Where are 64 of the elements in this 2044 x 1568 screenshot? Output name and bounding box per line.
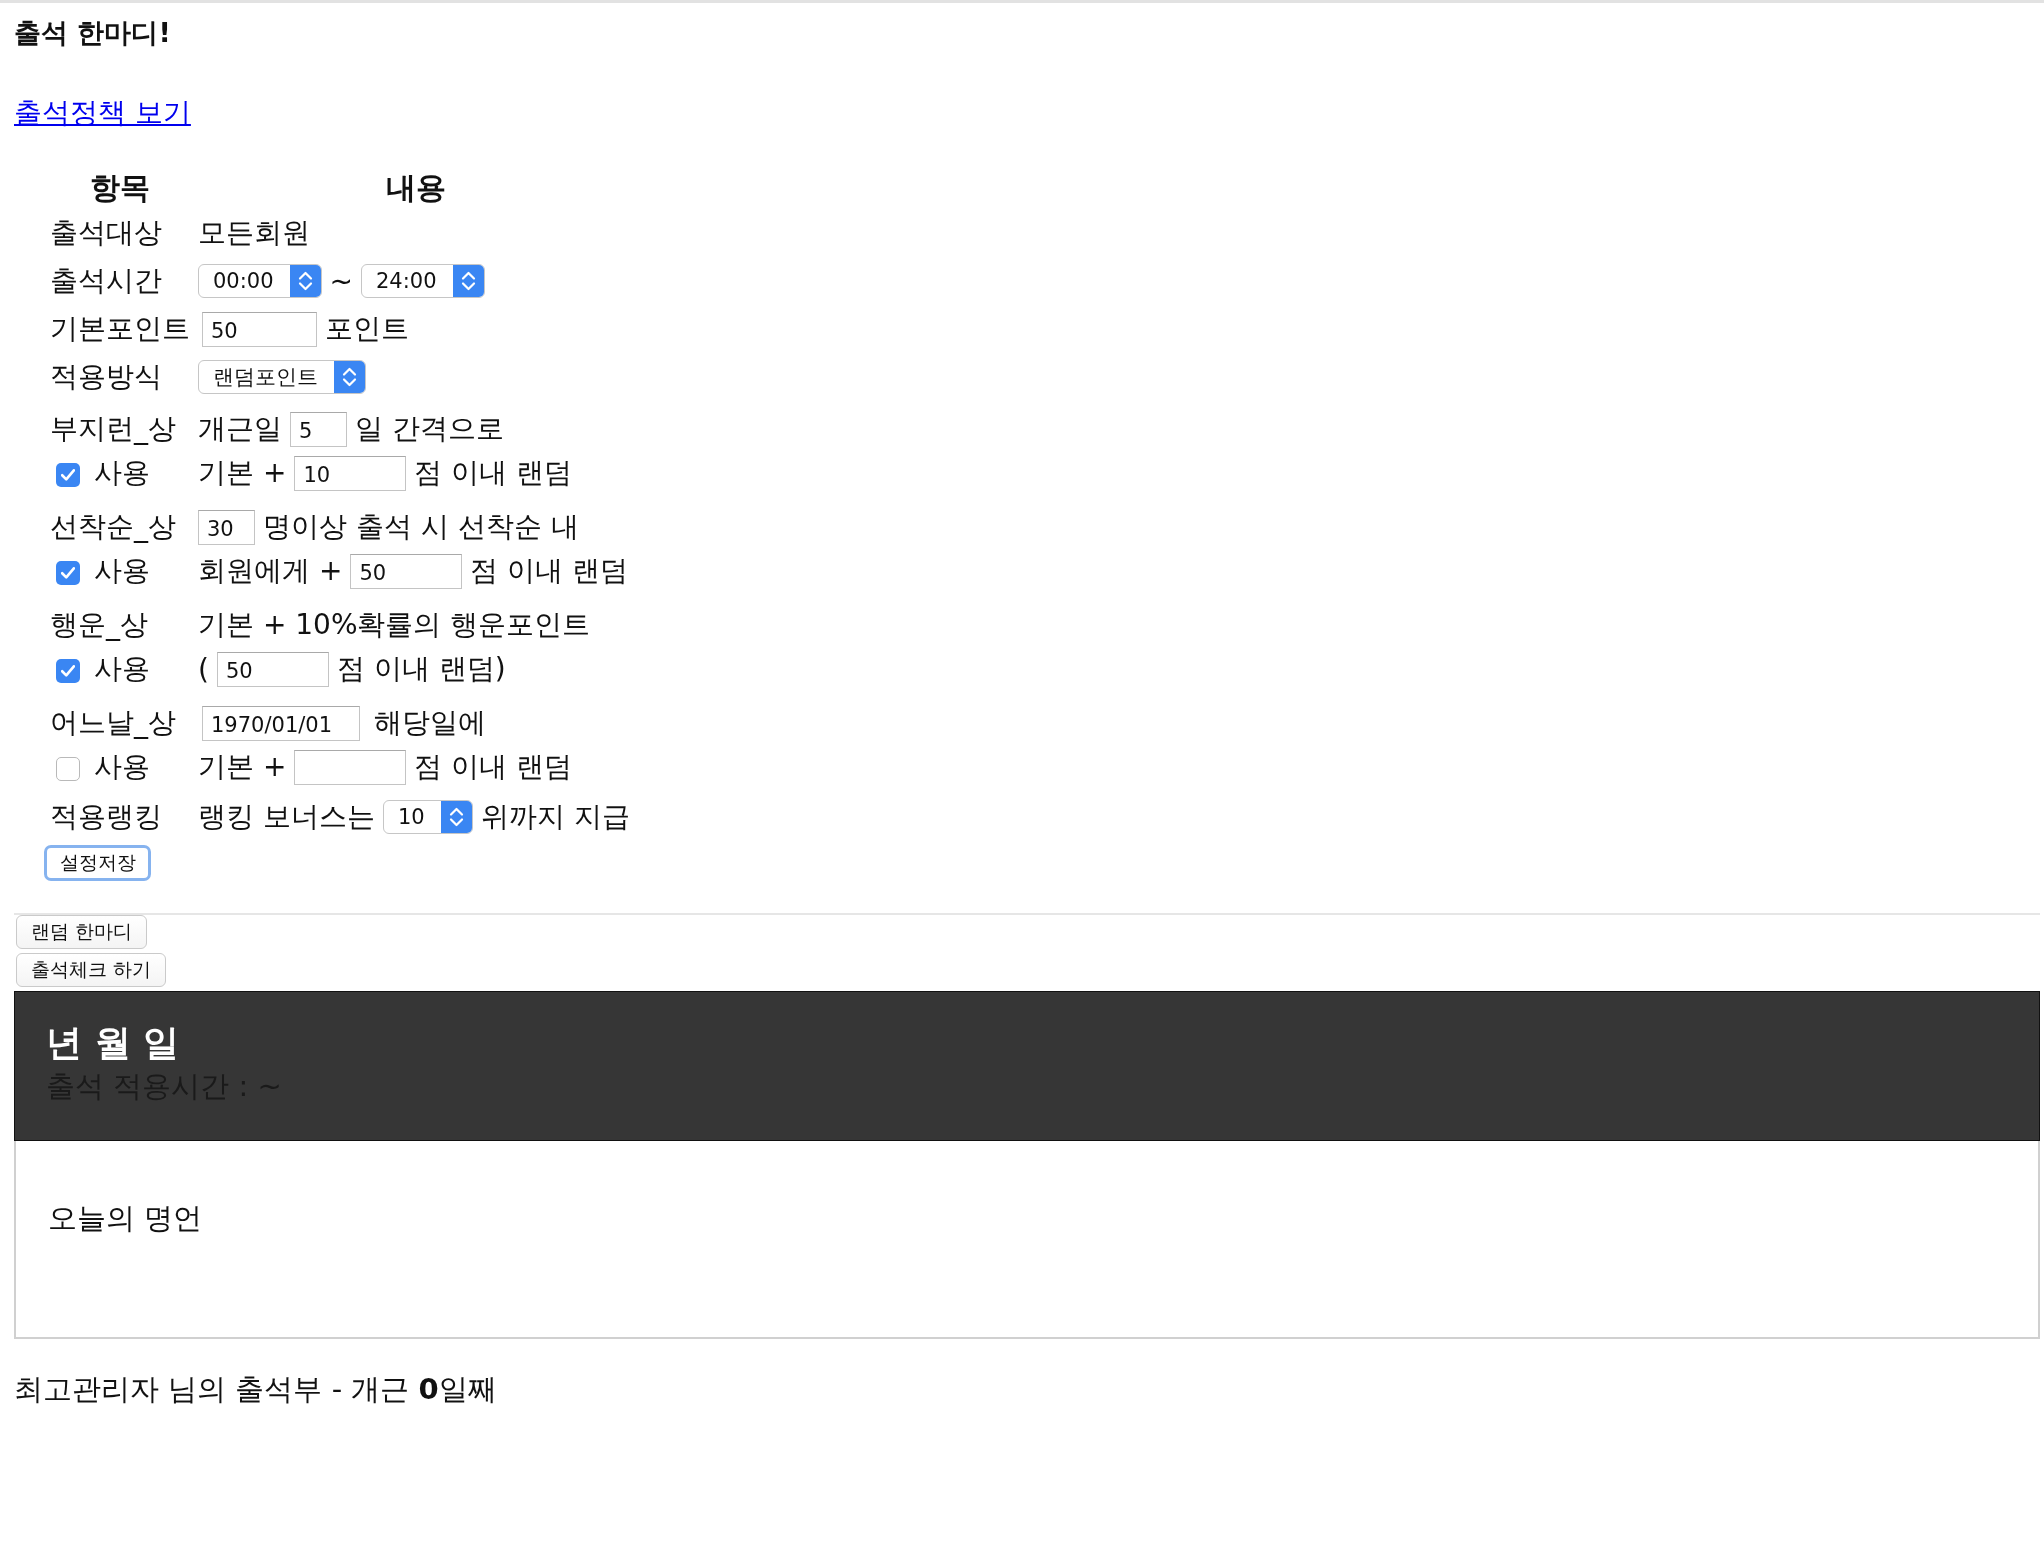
updown-chevron-icon <box>440 801 472 833</box>
date-heading: 년 월 일 <box>46 1021 180 1065</box>
setting-text: 기본 + <box>198 455 287 491</box>
input-field[interactable]: 5 <box>290 411 347 447</box>
setting-label: 적용랭킹 <box>50 799 162 835</box>
updown-chevron-icon <box>452 265 484 297</box>
column-header: 내용 <box>386 169 446 207</box>
setting-text: 점 이내 랜덤 <box>414 749 573 785</box>
setting-text: 랭킹 보너스는 <box>198 799 375 835</box>
check-icon <box>61 567 75 579</box>
random-quote-button[interactable]: 랜덤 한마디 <box>16 915 148 949</box>
updown-chevron-icon <box>334 361 365 393</box>
setting-text: 위까지 지급 <box>480 799 630 835</box>
page-title: 출석 한마디! <box>14 16 171 50</box>
setting-text: 기본 + <box>198 749 287 785</box>
setting-label: 선착순_상 <box>50 509 176 545</box>
setting-label: 어느날_상 <box>50 705 176 741</box>
use-label: 사용 <box>94 651 150 687</box>
setting-text: ( <box>198 652 209 686</box>
use-label: 사용 <box>94 455 150 491</box>
setting-text: 점 이내 랜덤 <box>414 455 573 491</box>
use-label: 사용 <box>94 553 150 589</box>
setting-text: ~ <box>329 264 353 298</box>
dropdown[interactable]: 00:00 <box>198 264 322 298</box>
dropdown[interactable]: 랜덤포인트 <box>198 360 366 394</box>
setting-label: 출석시간 <box>50 263 162 299</box>
input-field[interactable]: 10 <box>294 455 407 491</box>
setting-text: 점 이내 랜덤 <box>470 553 629 589</box>
updown-chevron-icon <box>289 265 321 297</box>
checkbox[interactable] <box>56 659 80 683</box>
checkbox[interactable] <box>56 561 80 585</box>
input-field[interactable]: 50 <box>202 311 317 347</box>
setting-text: 포인트 <box>325 311 409 347</box>
policy-link[interactable]: 출석정책 보기 <box>14 93 191 133</box>
setting-text: 기본 + 10%확률의 행운포인트 <box>198 607 591 643</box>
setting-text: 일 간격으로 <box>355 411 504 447</box>
input-field[interactable]: 1970/01/01 <box>202 705 360 741</box>
dropdown[interactable]: 24:00 <box>361 264 485 298</box>
setting-label: 부지런_상 <box>50 411 176 447</box>
setting-label: 행운_상 <box>50 607 148 643</box>
setting-text: 모든회원 <box>198 215 310 251</box>
input-field[interactable]: 50 <box>216 651 329 687</box>
column-header: 항목 <box>90 169 150 207</box>
input-field[interactable]: 30 <box>198 509 255 545</box>
use-label: 사용 <box>94 749 150 785</box>
input-field[interactable] <box>294 749 407 785</box>
setting-label: 출석대상 <box>50 215 162 251</box>
quote-title: 오늘의 명언 <box>48 1200 203 1237</box>
check-icon <box>61 665 75 677</box>
setting-text: 명이상 출석 시 선착순 내 <box>263 509 579 545</box>
setting-text: 해당일에 <box>374 705 486 741</box>
dropdown[interactable]: 10 <box>382 800 473 834</box>
attendance-check-button[interactable]: 출석체크 하기 <box>16 953 167 987</box>
checkbox[interactable] <box>56 757 80 781</box>
setting-label: 적용방식 <box>50 359 162 395</box>
check-icon <box>61 469 75 481</box>
setting-label: 기본포인트 <box>50 311 190 347</box>
attendance-summary: 최고관리자 님의 출석부 - 개근 0일째 <box>14 1371 497 1408</box>
setting-text: 개근일 <box>198 411 282 447</box>
save-button[interactable]: 설정저장 <box>44 845 151 881</box>
input-field[interactable]: 50 <box>350 553 463 589</box>
setting-text: 점 이내 랜덤) <box>336 651 506 687</box>
checkbox[interactable] <box>56 463 80 487</box>
setting-text: 회원에게 + <box>198 553 343 589</box>
